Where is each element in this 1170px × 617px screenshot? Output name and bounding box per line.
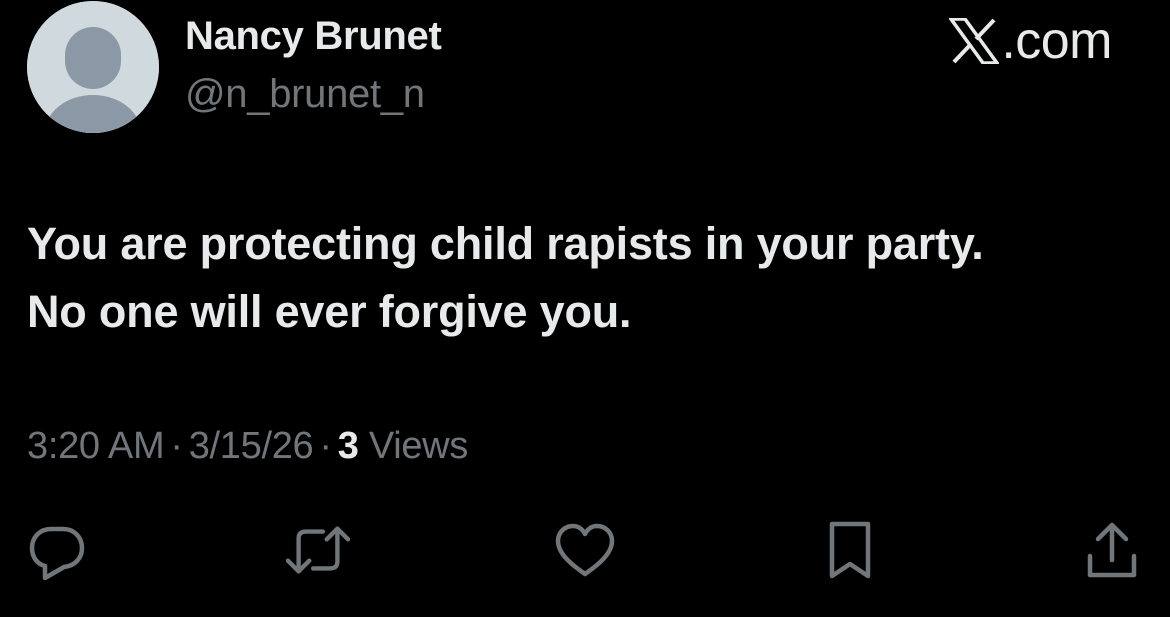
x-logo-icon <box>949 18 1000 64</box>
bookmark-button[interactable] <box>818 518 882 582</box>
tweet-text: You are protecting child rapists in your… <box>27 210 1157 346</box>
brand-watermark: .com <box>949 10 1112 72</box>
views-count: 3 <box>337 425 359 467</box>
repost-button[interactable] <box>286 518 350 582</box>
repost-icon <box>286 526 350 574</box>
tweet-line: You are protecting child rapists in your… <box>27 218 984 269</box>
avatar[interactable] <box>27 1 159 133</box>
heart-icon <box>555 523 615 577</box>
share-icon <box>1087 522 1137 578</box>
meta-separator: · <box>319 425 332 467</box>
tweet-time[interactable]: 3:20 AM <box>27 425 165 467</box>
reply-button[interactable] <box>25 518 89 582</box>
tweet-date[interactable]: 3/15/26 <box>189 425 314 467</box>
bookmark-icon <box>829 521 871 579</box>
author-name[interactable]: Nancy Brunet <box>185 14 442 59</box>
meta-separator: · <box>170 425 183 467</box>
brand-domain: .com <box>1001 12 1112 70</box>
default-avatar-icon <box>27 1 159 133</box>
author-handle[interactable]: @n_brunet_n <box>185 72 425 117</box>
views-label: Views <box>368 425 469 467</box>
share-button[interactable] <box>1080 518 1144 582</box>
reply-icon <box>29 526 85 580</box>
tweet-line: No one will ever forgive you. <box>27 286 632 337</box>
like-button[interactable] <box>553 518 617 582</box>
tweet-meta: 3:20 AM · 3/15/26 · 3 Views <box>27 425 468 468</box>
action-bar <box>0 518 1170 582</box>
